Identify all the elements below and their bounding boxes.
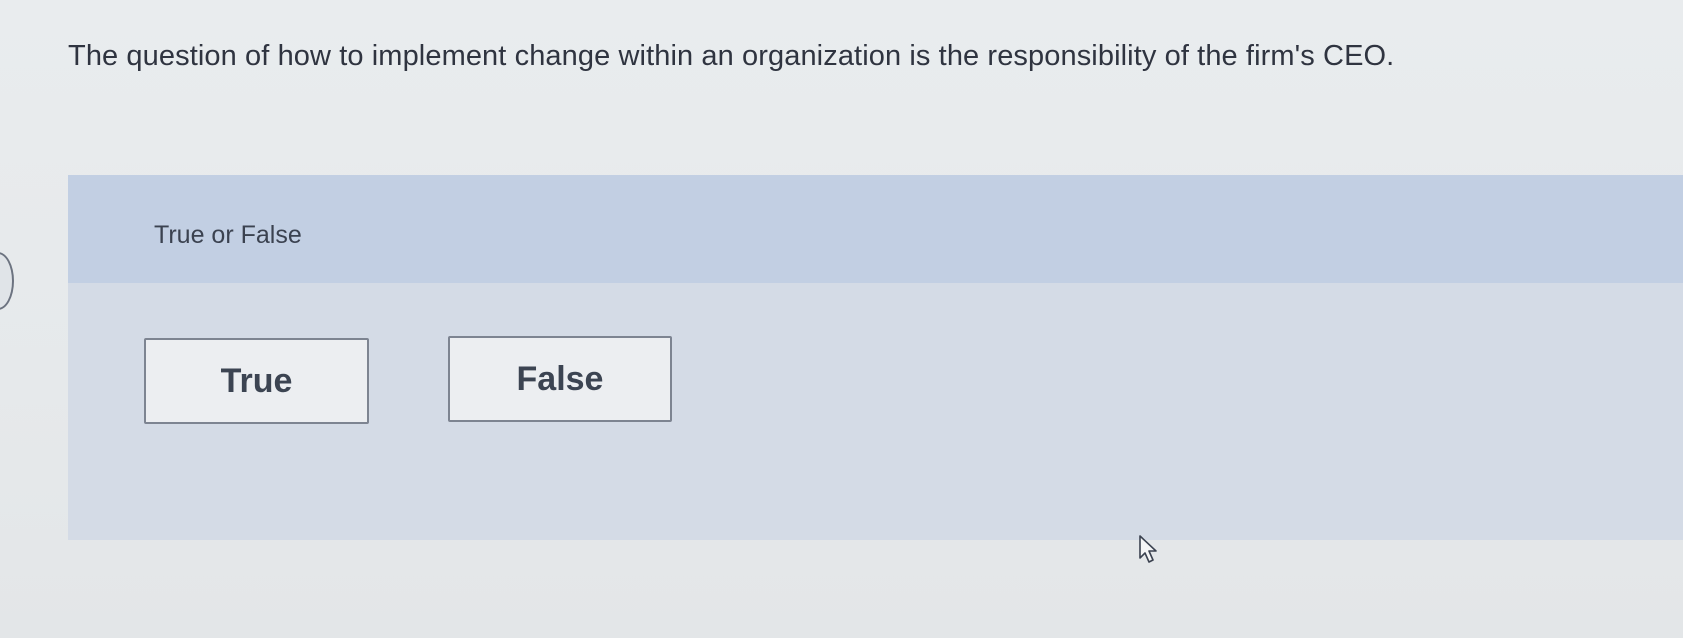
true-button[interactable]: True [144,338,369,424]
answer-panel-header: True or False [68,175,1683,283]
answer-panel: True or False True False [68,175,1683,540]
arrow-cursor-icon [1139,535,1157,563]
radio-edge-partial [0,252,14,310]
true-or-false-prompt: True or False [154,221,302,249]
false-button[interactable]: False [448,336,672,422]
question-text: The question of how to implement change … [68,40,1395,72]
